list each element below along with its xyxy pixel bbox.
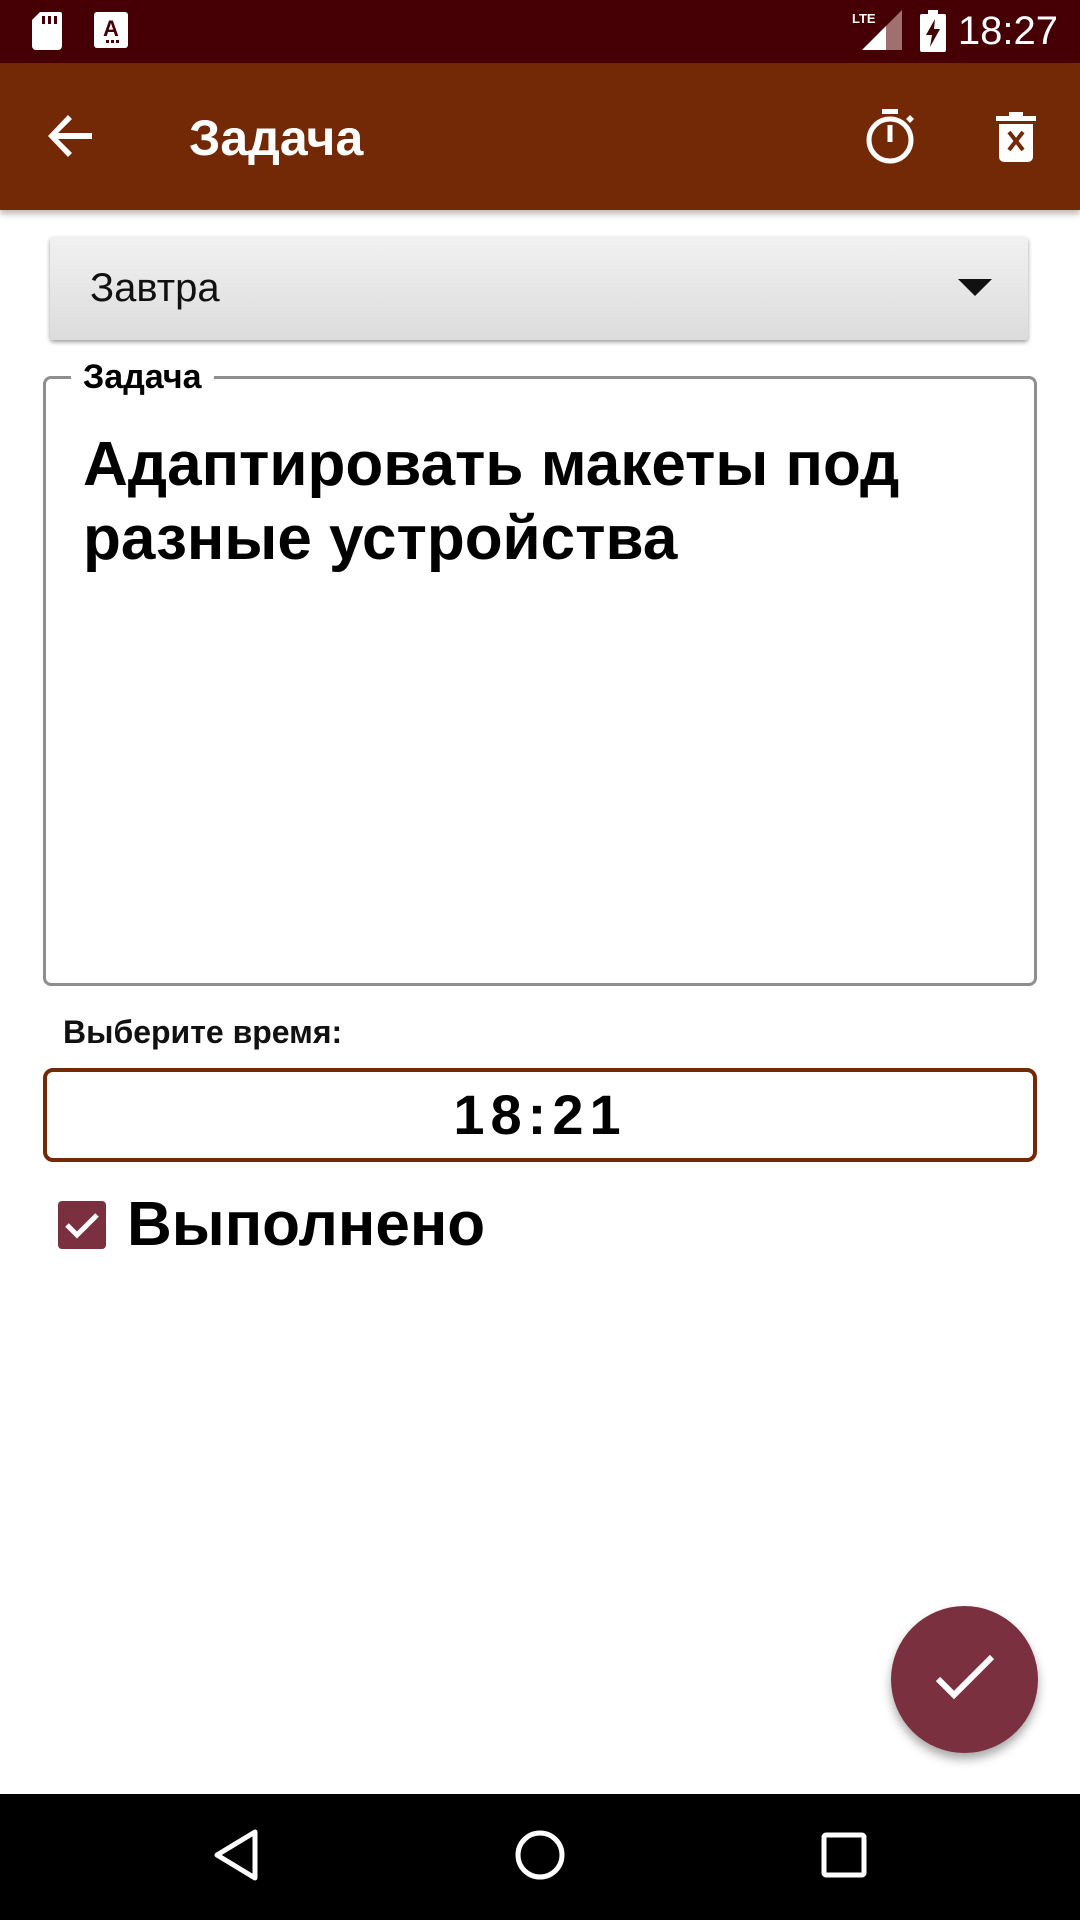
timer-button[interactable] [854, 103, 926, 175]
dropdown-arrow-icon [958, 279, 992, 296]
done-checkbox[interactable] [58, 1201, 106, 1249]
status-bar: A LTE 18:27 [0, 0, 1080, 63]
done-checkbox-row[interactable]: Выполнено [58, 1190, 485, 1260]
lte-label: LTE [852, 11, 876, 26]
time-value: 18:21 [453, 1083, 627, 1146]
sd-card-icon [32, 12, 62, 55]
delete-button[interactable] [980, 103, 1052, 175]
task-label: Задача [71, 355, 214, 399]
battery-charging-icon [920, 10, 946, 57]
day-select-value: Завтра [90, 266, 220, 310]
back-button[interactable] [36, 103, 106, 173]
status-time: 18:27 [957, 9, 1058, 53]
nav-back-icon [213, 1829, 259, 1886]
time-label: Выберите время: [63, 1014, 343, 1050]
time-field[interactable]: 18:21 [43, 1068, 1037, 1162]
delete-forever-icon [996, 111, 1036, 167]
save-fab-button[interactable] [891, 1606, 1038, 1753]
task-text-input[interactable]: Адаптировать макеты под разные устройств… [83, 428, 1013, 576]
svg-text:A: A [103, 16, 119, 41]
done-label: Выполнено [127, 1190, 486, 1259]
lte-signal-icon: LTE [852, 10, 902, 55]
nav-back-button[interactable] [201, 1822, 271, 1892]
timer-icon [864, 108, 916, 170]
arrow-back-icon [48, 113, 94, 164]
page-title: Задача [189, 110, 364, 166]
nav-home-icon [514, 1829, 566, 1886]
nav-home-button[interactable] [505, 1822, 575, 1892]
nav-recents-button[interactable] [809, 1822, 879, 1892]
app-bar: Задача [0, 63, 1080, 210]
check-icon [934, 1653, 996, 1706]
nav-recents-icon [821, 1832, 867, 1883]
day-select[interactable]: Завтра [50, 237, 1028, 340]
keyboard-a-icon: A [94, 12, 128, 53]
navigation-bar [0, 1794, 1080, 1920]
